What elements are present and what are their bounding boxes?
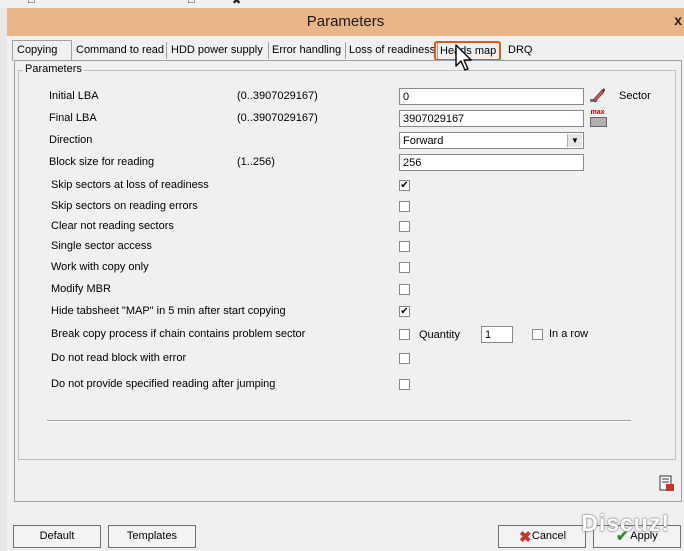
- cancel-icon: ✖: [519, 529, 532, 546]
- option-label: Skip sectors on reading errors: [51, 200, 198, 212]
- option-checkbox[interactable]: [399, 329, 410, 340]
- initial-lba-label: Initial LBA: [49, 90, 99, 102]
- chevron-down-icon[interactable]: ▼: [567, 134, 582, 147]
- option-label: Work with copy only: [51, 261, 149, 273]
- toolbar-icon: □: [188, 0, 195, 6]
- parameters-group: Parameters Initial LBA (0..3907029167) 0…: [18, 63, 676, 460]
- option-label: Modify MBR: [51, 283, 111, 295]
- max-icon[interactable]: max: [589, 109, 607, 127]
- option-label: Skip sectors at loss of readiness: [51, 179, 209, 191]
- option-checkbox[interactable]: [399, 379, 410, 390]
- toolbar-icon: ✖: [232, 0, 242, 7]
- final-lba-input[interactable]: 3907029167: [399, 110, 584, 127]
- default-button[interactable]: Default: [13, 525, 101, 548]
- option-label: Do not read block with error: [51, 352, 187, 364]
- quantity-input[interactable]: 1: [481, 326, 513, 343]
- tab-drq[interactable]: DRQ: [504, 42, 536, 59]
- option-checkbox[interactable]: [399, 241, 410, 252]
- option-checkbox[interactable]: [399, 284, 410, 295]
- drive-icon: [590, 117, 607, 127]
- direction-select[interactable]: Forward ▼: [399, 132, 584, 149]
- block-size-label: Block size for reading: [49, 156, 155, 168]
- option-checkbox[interactable]: [399, 262, 410, 273]
- parameters-dialog: Parameters x Copying Command to read HDD…: [7, 8, 684, 551]
- watermark: Discuz!: [581, 510, 670, 536]
- in-a-row-label: In a row: [549, 328, 589, 340]
- option-checkbox[interactable]: ✔: [399, 180, 410, 191]
- toolbar-icon: □: [28, 0, 35, 6]
- tab-command-to-read[interactable]: Command to read: [72, 42, 167, 59]
- option-label: Hide tabsheet "MAP" in 5 min after start…: [51, 305, 286, 317]
- copying-tab-panel: Parameters Initial LBA (0..3907029167) 0…: [14, 60, 682, 502]
- option-checkbox[interactable]: ✔: [399, 306, 410, 317]
- tab-loss-of-readiness[interactable]: Loss of readiness: [345, 42, 438, 59]
- tab-error-handling[interactable]: Error handling: [268, 42, 346, 59]
- final-lba-label: Final LBA: [49, 112, 97, 124]
- block-size-input[interactable]: 256: [399, 154, 584, 171]
- quantity-label: Quantity: [419, 329, 460, 341]
- option-label: Do not provide specified reading after j…: [51, 378, 276, 390]
- edit-pencil-icon[interactable]: [589, 87, 606, 104]
- cancel-button[interactable]: ✖ Cancel: [498, 525, 586, 548]
- report-icon[interactable]: [658, 475, 675, 492]
- block-size-range: (1..256): [237, 156, 275, 168]
- initial-lba-range: (0..3907029167): [237, 90, 318, 102]
- option-checkbox[interactable]: [399, 201, 410, 212]
- dialog-title: Parameters: [306, 13, 385, 30]
- option-checkbox[interactable]: [399, 353, 410, 364]
- final-lba-range: (0..3907029167): [237, 112, 318, 124]
- option-label: Break copy process if chain contains pro…: [51, 328, 306, 340]
- direction-value: Forward: [403, 135, 444, 147]
- initial-lba-input[interactable]: 0: [399, 88, 584, 105]
- tab-copying[interactable]: Copying: [12, 40, 72, 61]
- in-a-row-checkbox[interactable]: [532, 329, 543, 340]
- templates-button[interactable]: Templates: [108, 525, 196, 548]
- group-legend: Parameters: [23, 63, 84, 75]
- option-checkbox[interactable]: [399, 221, 410, 232]
- close-icon[interactable]: x: [674, 12, 682, 28]
- tab-hdd-power-supply[interactable]: HDD power supply: [167, 42, 269, 59]
- max-icon-label: max: [590, 109, 605, 116]
- option-label: Clear not reading sectors: [51, 220, 174, 232]
- title-bar: Parameters x: [7, 8, 684, 36]
- option-label: Single sector access: [51, 240, 152, 252]
- initial-lba-unit: Sector: [619, 90, 651, 102]
- divider: [47, 420, 631, 422]
- direction-label: Direction: [49, 134, 93, 146]
- mouse-cursor-icon: [455, 44, 472, 71]
- cancel-label: Cancel: [531, 530, 567, 542]
